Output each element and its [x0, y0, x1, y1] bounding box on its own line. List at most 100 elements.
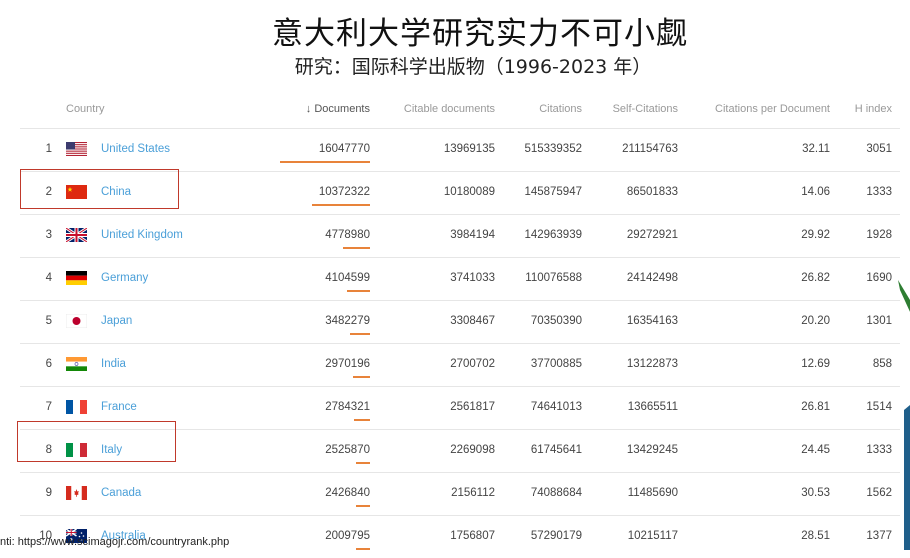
rank-cell: 3	[45, 229, 52, 241]
country-link[interactable]: Japan	[101, 315, 132, 327]
country-link[interactable]: United Kingdom	[101, 229, 183, 241]
documents-bar	[312, 204, 370, 206]
de-flag-icon	[66, 271, 87, 285]
citable-documents-cell: 3741033	[450, 272, 495, 284]
citations-cell: 70350390	[530, 315, 582, 327]
page-subtitle: 研究：国际科学出版物（1996-2023 年）	[294, 56, 652, 78]
gb-flag-icon	[66, 228, 87, 242]
table-row: 6 India 2970196 2700702 37700885 13122873 12.6…	[20, 343, 900, 386]
header-citations[interactable]: Citations	[539, 103, 582, 115]
rank-cell: 7	[45, 401, 52, 413]
table-row: 4 Germany 4104599 3741033 110076588 24142498 2…	[20, 257, 900, 300]
citations-per-document-cell: 26.82	[801, 272, 830, 284]
header-country[interactable]: Country	[66, 103, 105, 115]
citations-per-document-cell: 26.81	[801, 401, 830, 413]
documents-bar	[350, 333, 370, 335]
h-index-cell: 1514	[866, 401, 892, 413]
documents-bar	[356, 548, 370, 550]
citations-per-document-cell: 24.45	[801, 444, 830, 456]
decorative-corner-graphic	[898, 280, 910, 550]
citations-cell: 74088684	[530, 487, 582, 499]
rank-cell: 9	[45, 487, 52, 499]
documents-cell: 10372322	[318, 186, 370, 198]
citable-documents-cell: 2269098	[450, 444, 495, 456]
us-flag-icon	[66, 142, 87, 156]
jp-flag-icon	[66, 314, 87, 328]
citable-documents-cell: 10180089	[443, 186, 495, 198]
h-index-cell: 1928	[866, 229, 892, 241]
table-row: 9 Canada 2426840 2156112 74088684 11485690 30.…	[20, 472, 900, 515]
italy-highlight-box	[17, 421, 176, 462]
h-index-cell: 1562	[866, 487, 892, 499]
citations-cell: 110076588	[525, 272, 582, 284]
documents-cell: 2009795	[325, 530, 370, 542]
table-header: Country ↓ Documents Citable documents Ci…	[20, 90, 900, 128]
rank-cell: 4	[45, 272, 52, 284]
citations-cell: 142963939	[524, 229, 582, 241]
header-self-citations[interactable]: Self-Citations	[613, 103, 678, 115]
rank-cell: 5	[45, 315, 52, 327]
h-index-cell: 1377	[866, 530, 892, 542]
self-citations-cell: 13429245	[626, 444, 678, 456]
h-index-cell: 1301	[866, 315, 892, 327]
citations-per-document-cell: 30.53	[801, 487, 830, 499]
citable-documents-cell: 2700702	[450, 358, 495, 370]
country-link[interactable]: United States	[101, 143, 170, 155]
h-index-cell: 3051	[866, 143, 892, 155]
citable-documents-cell: 2156112	[451, 487, 495, 499]
citations-per-document-cell: 12.69	[801, 358, 830, 370]
header-citations-per-document[interactable]: Citations per Document	[715, 103, 830, 115]
citations-cell: 145875947	[524, 186, 582, 198]
citations-per-document-cell: 14.06	[801, 186, 830, 198]
documents-bar	[356, 505, 370, 507]
table-row: 3 United Kingdom 4778980 3984194 142963939 29…	[20, 214, 900, 257]
citable-documents-cell: 3984194	[450, 229, 495, 241]
china-highlight-box	[20, 169, 179, 209]
h-index-cell: 1333	[866, 444, 892, 456]
self-citations-cell: 13122873	[626, 358, 678, 370]
self-citations-cell: 13665511	[627, 401, 678, 413]
citations-per-document-cell: 28.51	[801, 530, 830, 542]
citations-cell: 57290179	[530, 530, 582, 542]
citations-cell: 61745641	[530, 444, 582, 456]
documents-bar	[354, 419, 370, 421]
fr-flag-icon	[66, 400, 87, 414]
header-h-index[interactable]: H index	[855, 103, 892, 115]
rank-cell: 1	[45, 143, 52, 155]
country-link[interactable]: India	[101, 358, 126, 370]
citations-cell: 74641013	[530, 401, 582, 413]
table-row: 1 United States 16047770 13969135 515339352 2…	[20, 128, 900, 171]
self-citations-cell: 10215117	[627, 530, 678, 542]
citations-cell: 515339352	[524, 143, 582, 155]
h-index-cell: 858	[872, 358, 892, 370]
citations-per-document-cell: 32.11	[802, 143, 830, 155]
documents-bar	[347, 290, 370, 292]
documents-cell: 3482279	[325, 315, 370, 327]
country-ranking-table: Country ↓ Documents Citable documents Ci…	[20, 90, 900, 558]
country-link[interactable]: Germany	[101, 272, 148, 284]
table-row: 5 Japan 3482279 3308467 70350390 16354163 20.2…	[20, 300, 900, 343]
documents-bar	[356, 462, 370, 464]
page-title: 意大利大学研究实力不可小觑	[272, 16, 688, 52]
citable-documents-cell: 2561817	[450, 401, 495, 413]
country-link[interactable]: Canada	[101, 487, 141, 499]
documents-cell: 4104599	[325, 272, 370, 284]
header-citable-documents[interactable]: Citable documents	[404, 103, 495, 115]
citable-documents-cell: 13969135	[443, 143, 495, 155]
h-index-cell: 1690	[866, 272, 892, 284]
documents-bar	[353, 376, 370, 378]
country-link[interactable]: France	[101, 401, 137, 413]
citations-per-document-cell: 29.92	[801, 229, 830, 241]
citations-per-document-cell: 20.20	[801, 315, 830, 327]
documents-cell: 2426840	[325, 487, 370, 499]
ca-flag-icon	[66, 486, 87, 500]
documents-cell: 2970196	[325, 358, 370, 370]
self-citations-cell: 11485690	[627, 487, 678, 499]
h-index-cell: 1333	[866, 186, 892, 198]
self-citations-cell: 211154763	[622, 143, 678, 155]
citations-cell: 37700885	[530, 358, 582, 370]
header-documents[interactable]: ↓ Documents	[306, 103, 370, 115]
rank-cell: 6	[45, 358, 52, 370]
documents-bar	[280, 161, 370, 163]
documents-cell: 2525870	[325, 444, 370, 456]
